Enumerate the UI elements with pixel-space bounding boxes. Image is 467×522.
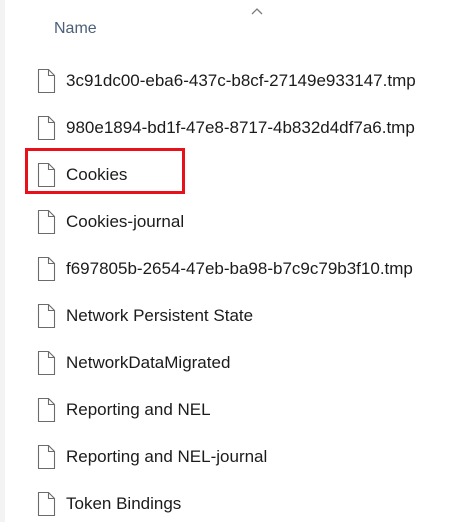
file-name: 3c91dc00-eba6-437c-b8cf-27149e933147.tmp: [66, 71, 416, 90]
file-row[interactable]: NetworkDataMigrated: [0, 340, 467, 387]
file-name: Reporting and NEL-journal: [66, 447, 268, 466]
column-header-name[interactable]: Name: [54, 20, 97, 38]
file-icon: [37, 68, 56, 94]
file-row[interactable]: 980e1894-bd1f-47e8-8717-4b832d4df7a6.tmp: [0, 105, 467, 152]
file-name: Network Persistent State: [66, 306, 254, 325]
file-icon: [37, 115, 56, 141]
file-icon: [37, 491, 56, 517]
file-row[interactable]: Reporting and NEL: [0, 387, 467, 434]
file-name: 980e1894-bd1f-47e8-8717-4b832d4df7a6.tmp: [66, 118, 415, 137]
file-icon: [37, 350, 56, 376]
file-icon: [37, 162, 56, 188]
file-icon: [37, 303, 56, 329]
file-name: NetworkDataMigrated: [66, 353, 231, 372]
file-row[interactable]: Network Persistent State: [0, 293, 467, 340]
file-name: Reporting and NEL: [66, 400, 211, 419]
file-icon: [37, 256, 56, 282]
file-name: f697805b-2654-47eb-ba98-b7c9c79b3f10.tmp: [66, 259, 413, 278]
file-list-pane: Name 3c91dc00-eba6-437c-b8cf-27149e93314…: [0, 0, 467, 522]
file-icon: [37, 397, 56, 423]
file-name: Cookies-journal: [66, 212, 185, 231]
column-header-bar: Name: [0, 0, 467, 50]
file-icon: [37, 444, 56, 470]
file-row[interactable]: Reporting and NEL-journal: [0, 434, 467, 481]
chevron-up-icon[interactable]: [250, 6, 264, 16]
file-row[interactable]: Token Bindings: [0, 481, 467, 522]
file-list: 3c91dc00-eba6-437c-b8cf-27149e933147.tmp…: [0, 58, 467, 522]
file-row-cookies[interactable]: Cookies: [0, 152, 467, 199]
file-row[interactable]: f697805b-2654-47eb-ba98-b7c9c79b3f10.tmp: [0, 246, 467, 293]
file-row[interactable]: Cookies-journal: [0, 199, 467, 246]
file-icon: [37, 209, 56, 235]
file-name: Cookies: [66, 165, 128, 184]
file-row[interactable]: 3c91dc00-eba6-437c-b8cf-27149e933147.tmp: [0, 58, 467, 105]
file-name: Token Bindings: [66, 494, 182, 513]
